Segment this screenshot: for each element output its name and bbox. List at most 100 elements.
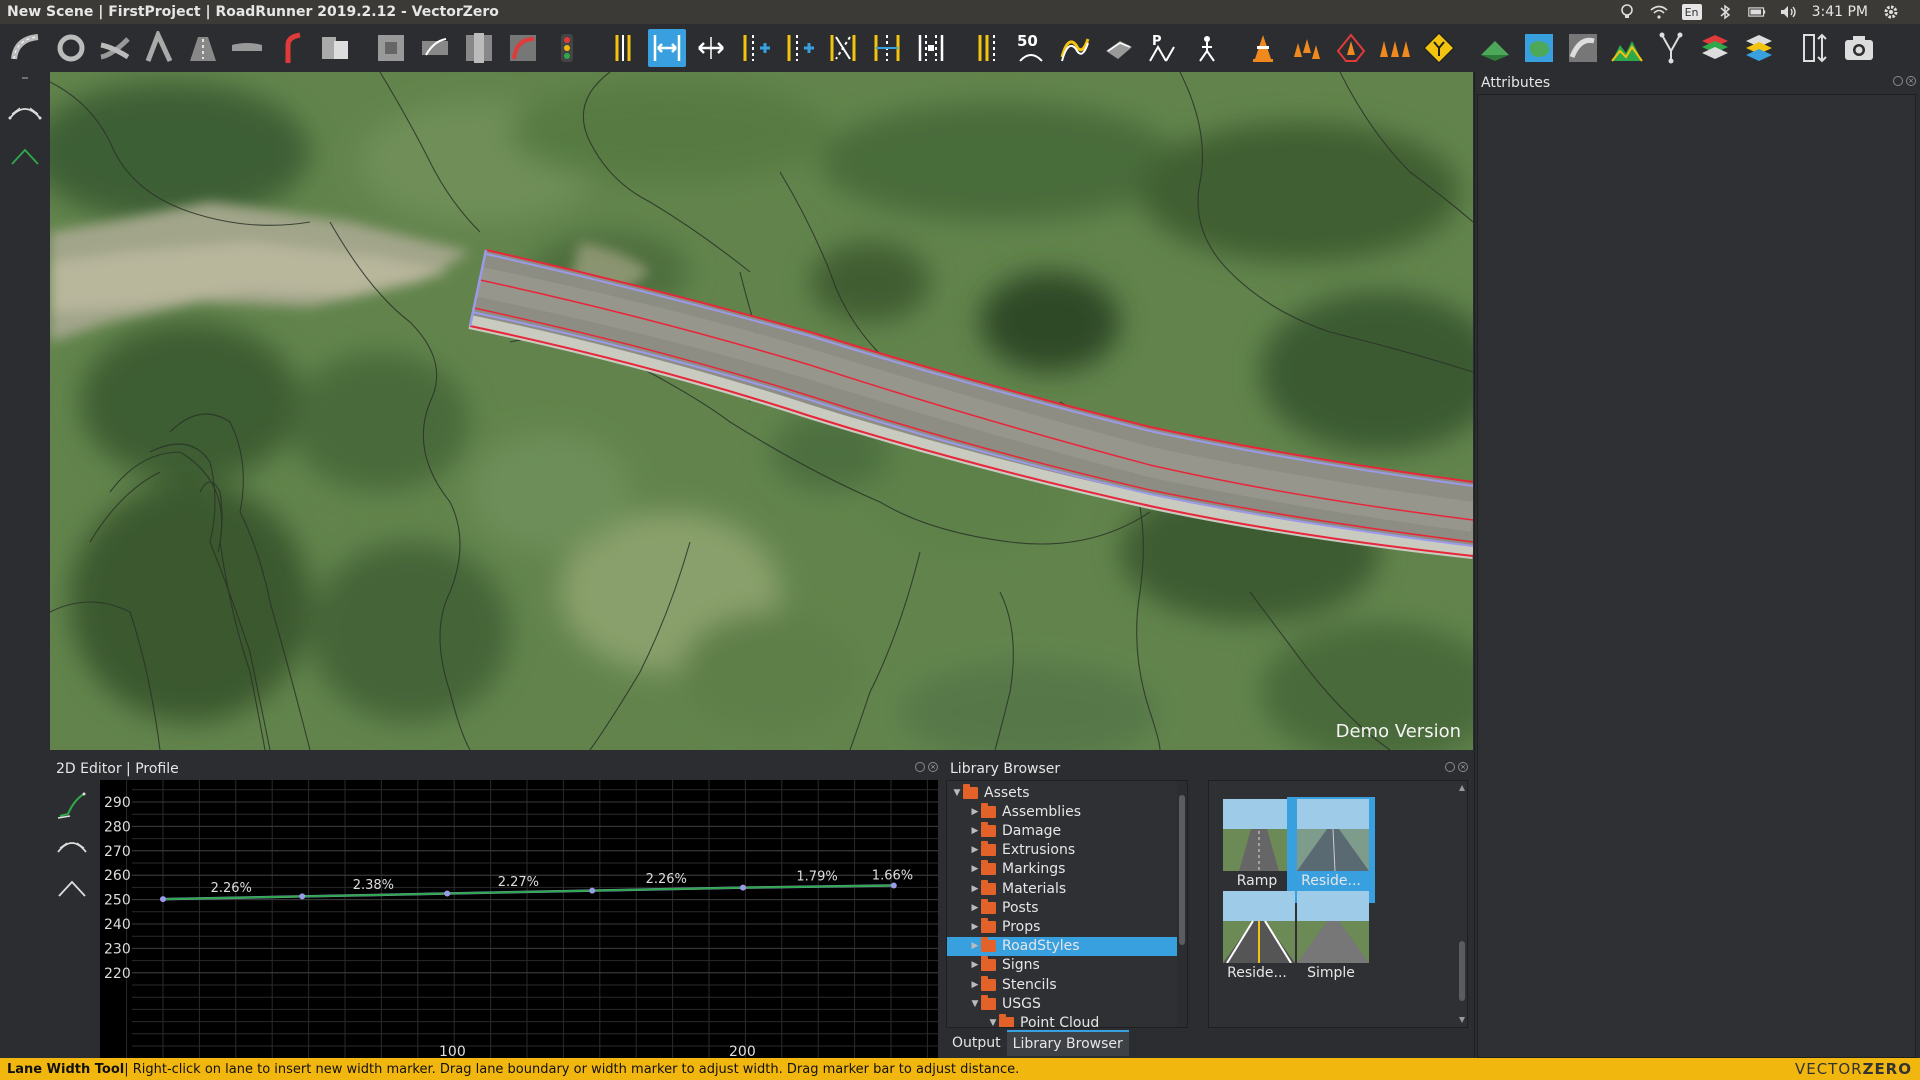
layer-tool-icon[interactable] — [1652, 29, 1690, 67]
gear-icon[interactable] — [1882, 4, 1900, 20]
volume-icon[interactable] — [1780, 4, 1798, 20]
signal-tool-icon[interactable] — [548, 29, 586, 67]
lane-tool-icon[interactable] — [604, 29, 642, 67]
chevron-right-icon[interactable]: ▶ — [969, 845, 981, 855]
tree-item[interactable]: ▼ Point Cloud — [947, 1013, 1177, 1027]
road-style-thumbnail[interactable]: Simple — [1287, 889, 1375, 995]
surface-tool-icon[interactable] — [1476, 29, 1514, 67]
layer-stack-tool-icon[interactable] — [1696, 29, 1734, 67]
peak-profile-icon[interactable] — [8, 140, 42, 170]
tree-item[interactable]: ▶ Markings — [947, 860, 1177, 879]
asset-tool-icon[interactable] — [1608, 29, 1646, 67]
road-style-preview — [1223, 799, 1295, 871]
lane-marking-tool-icon[interactable] — [780, 29, 818, 67]
chevron-right-icon[interactable]: ▶ — [969, 864, 981, 874]
clock[interactable]: 3:41 PM — [1812, 4, 1868, 20]
lightbulb-icon[interactable] — [1618, 4, 1636, 20]
snapshot-tool-icon[interactable] — [1840, 29, 1878, 67]
tab-library-browser[interactable]: Library Browser — [1006, 1030, 1129, 1056]
junction-edit-tool-icon[interactable] — [460, 29, 498, 67]
road-construction-tool-icon[interactable] — [184, 29, 222, 67]
tree-item[interactable]: ▶ Assemblies — [947, 802, 1177, 821]
close-panel-icon[interactable]: × — [1458, 762, 1468, 772]
tab-output[interactable]: Output — [946, 1030, 1007, 1056]
tree-item[interactable]: ▶ Extrusions — [947, 841, 1177, 860]
vertical-curve-tool-icon[interactable] — [56, 830, 88, 860]
chevron-right-icon[interactable]: ▶ — [969, 826, 981, 836]
bridge-tool-icon[interactable] — [228, 29, 266, 67]
marking-curve-tool-icon[interactable] — [1056, 29, 1094, 67]
chevron-right-icon[interactable]: ▶ — [969, 922, 981, 932]
parking-tool-icon[interactable]: P — [1144, 29, 1182, 67]
keyboard-icon[interactable]: En — [1681, 4, 1702, 20]
folder-icon — [981, 821, 996, 837]
road-merge-tool-icon[interactable] — [96, 29, 134, 67]
tree-item[interactable]: ▶ Props — [947, 917, 1177, 936]
chevron-right-icon[interactable]: ▶ — [969, 884, 981, 894]
curve-profile-icon[interactable] — [8, 96, 42, 126]
chevron-right-icon[interactable]: ▶ — [969, 960, 981, 970]
lane-split-tool-icon[interactable] — [868, 29, 906, 67]
road-plan-tool-icon[interactable] — [8, 29, 46, 67]
chevron-down-icon[interactable]: ▼ — [951, 788, 963, 798]
lane-offset-tool-icon[interactable] — [824, 29, 862, 67]
corner-tool-icon[interactable] — [272, 29, 310, 67]
tree-scrollbar[interactable] — [1177, 781, 1187, 1027]
prop-set-tool-icon[interactable] — [1376, 29, 1414, 67]
roundabout-tool-icon[interactable] — [52, 29, 90, 67]
profile-chart-svg[interactable]: 290 280 270 260 250 240 230 220 100 200 2.26% 2.38%… — [100, 780, 938, 1058]
thumbnail-scrollbar[interactable] — [1457, 781, 1467, 1027]
library-browser-title: Library Browser — [950, 761, 1061, 777]
y-tick-label: 250 — [104, 893, 131, 909]
prop-curve-tool-icon[interactable] — [1288, 29, 1326, 67]
chevron-down-icon[interactable]: ▼ — [969, 999, 981, 1009]
measure-tool-icon[interactable] — [1796, 29, 1834, 67]
height-tool-icon[interactable] — [1740, 29, 1778, 67]
aerial-map[interactable] — [50, 72, 1473, 750]
tree-item[interactable]: ▼ Assets — [947, 783, 1177, 802]
tree-item[interactable]: ▶ Posts — [947, 898, 1177, 917]
battery-icon[interactable] — [1747, 4, 1766, 20]
lane-width-tool-icon[interactable] — [648, 29, 686, 67]
junction-connection-tool-icon[interactable] — [416, 29, 454, 67]
chevron-down-icon[interactable]: ▼ — [987, 1018, 999, 1027]
profile-chart[interactable]: 290 280 270 260 250 240 230 220 100 200 2.26% 2.38%… — [100, 780, 938, 1058]
lane-spline-tool-icon[interactable] — [912, 29, 950, 67]
scene-viewport[interactable]: Demo Version — [50, 72, 1473, 750]
float-panel-icon[interactable] — [1893, 76, 1903, 86]
tree-item[interactable]: ▶ RoadStyles — [947, 936, 1177, 956]
road-fork-tool-icon[interactable] — [140, 29, 178, 67]
lane-add-tool-icon[interactable] — [692, 29, 730, 67]
terrain-tool-icon[interactable] — [1520, 29, 1558, 67]
float-panel-icon[interactable] — [915, 762, 925, 772]
bluetooth-icon[interactable] — [1716, 4, 1734, 20]
float-panel-icon[interactable] — [1445, 762, 1455, 772]
chevron-right-icon[interactable]: ▶ — [969, 807, 981, 817]
crosswalk-tool-icon[interactable] — [1188, 29, 1226, 67]
sign-tool-icon[interactable] — [1420, 29, 1458, 67]
tree-item[interactable]: ▼ USGS — [947, 994, 1177, 1013]
junction-tool-icon[interactable] — [372, 29, 410, 67]
prop-point-tool-icon[interactable] — [1244, 29, 1282, 67]
prop-polygon-tool-icon[interactable] — [1332, 29, 1370, 67]
lane-form-tool-icon[interactable] — [736, 29, 774, 67]
tree-item[interactable]: ▶ Materials — [947, 879, 1177, 898]
chevron-right-icon[interactable]: ▶ — [969, 903, 981, 913]
chevron-right-icon[interactable]: ▶ — [969, 980, 981, 990]
elevation-tool-icon[interactable] — [1564, 29, 1602, 67]
marking-surface-tool-icon[interactable] — [1100, 29, 1138, 67]
maneuver-tool-icon[interactable] — [504, 29, 542, 67]
road-style-thumbnail[interactable]: Reside... — [1287, 797, 1375, 903]
wifi-icon[interactable] — [1650, 4, 1668, 20]
close-panel-icon[interactable]: × — [1906, 76, 1916, 86]
slope-tool-icon[interactable] — [56, 790, 88, 820]
tree-item[interactable]: ▶ Signs — [947, 956, 1177, 975]
tree-item[interactable]: ▶ Damage — [947, 821, 1177, 840]
tree-item[interactable]: ▶ Stencils — [947, 975, 1177, 994]
close-panel-icon[interactable]: × — [928, 762, 938, 772]
chevron-right-icon[interactable]: ▶ — [969, 941, 981, 951]
marking-tool-icon[interactable] — [968, 29, 1006, 67]
lane-carve-tool-icon[interactable] — [316, 29, 354, 67]
peak-tool-icon[interactable] — [56, 872, 88, 902]
speed-limit-tool-icon[interactable]: 50 — [1012, 29, 1050, 67]
